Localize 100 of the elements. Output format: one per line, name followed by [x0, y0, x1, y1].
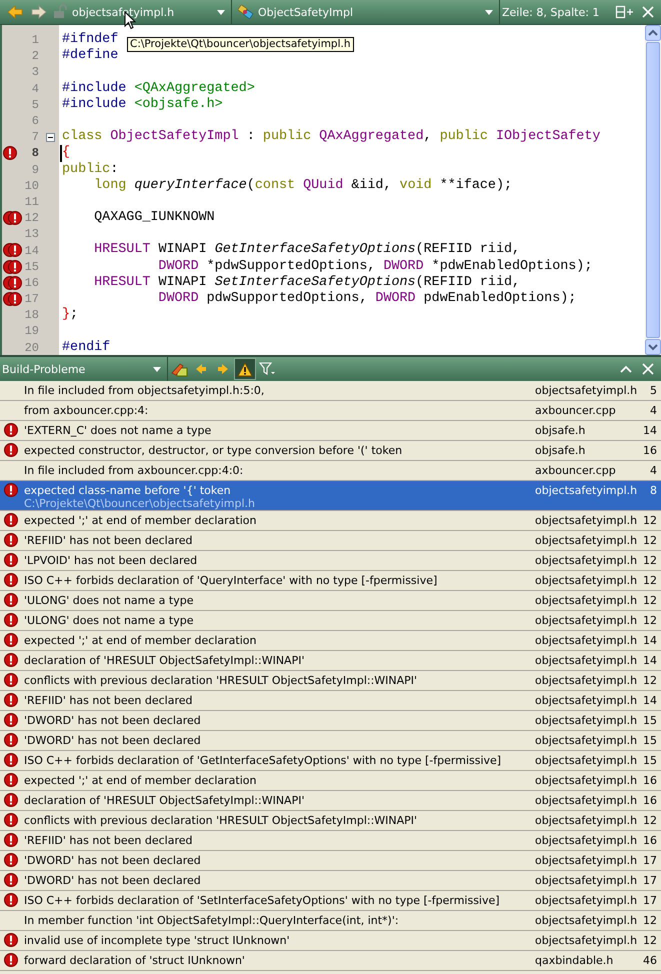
problem-row[interactable]: expected ';' at end of member declaration objectsafetyimpl.h 12 — [0, 511, 661, 531]
problem-file: objectsafetyimpl.h — [535, 873, 635, 887]
collapse-icon[interactable] — [46, 132, 55, 142]
problem-message: from axbouncer.cpp:4: — [24, 404, 150, 417]
code-line: DWORD *pdwSupportedOptions, DWORD *pdwEnabledOptions); — [157, 258, 592, 275]
problem-file: axbouncer.cpp — [535, 463, 617, 477]
warning-icon[interactable] — [237, 362, 253, 376]
error-icon — [4, 483, 18, 497]
problem-row[interactable]: In member function 'int ObjectSafetyImpl::QueryInterface(int, int*)': objectsafetyimpl.h 12 — [0, 911, 661, 931]
problem-file: objsafe.h — [535, 443, 586, 457]
problem-message: declaration of 'HRESULT ObjectSafetyImpl::WINAPI' — [24, 654, 306, 667]
error-icon — [4, 813, 18, 827]
problem-line: 12 — [642, 573, 658, 587]
problem-row[interactable]: from axbouncer.cpp:4: axbouncer.cpp 4 — [0, 401, 661, 421]
close-icon[interactable] — [641, 5, 655, 19]
code-line: #endif — [62, 340, 110, 355]
problem-file: objectsafetyimpl.h — [535, 533, 635, 547]
problem-row[interactable]: 'DWORD' has not been declared objectsafetyimpl.h 15 — [0, 711, 661, 731]
error-icon — [4, 753, 18, 767]
scroll-up-icon[interactable] — [645, 25, 661, 41]
problem-row[interactable]: 'REFIID' has not been declared objectsafetyimpl.h 12 — [0, 531, 661, 551]
line-number: 10 — [24, 178, 39, 193]
problem-file: objectsafetyimpl.h — [535, 633, 635, 647]
problem-file: objectsafetyimpl.h — [535, 913, 635, 927]
filter-icon[interactable] — [259, 362, 275, 376]
code-line: public: — [62, 162, 118, 178]
previous-arrow-icon[interactable] — [195, 363, 207, 375]
problem-row[interactable]: 'LPVOID' has not been declared objectsafetyimpl.h 12 — [0, 551, 661, 571]
code-line: #define — [62, 48, 118, 64]
problem-row[interactable]: declaration of 'HRESULT ObjectSafetyImpl::WINAPI' objectsafetyimpl.h 16 — [0, 791, 661, 811]
problem-row[interactable]: 'REFIID' has not been declared objectsafetyimpl.h 16 — [0, 831, 661, 851]
error-icon — [4, 853, 18, 867]
line-number: 14 — [24, 244, 39, 258]
problem-row[interactable]: ISO C++ forbids declaration of 'GetInterfaceSafetyOptions' with no type [-fpermissive] objectsafetyimpl.h 15 — [0, 751, 661, 771]
line-number: 8 — [32, 146, 39, 160]
next-arrow-icon[interactable] — [217, 363, 229, 375]
problem-row[interactable]: ISO C++ forbids declaration of 'SetInterfaceSafetyOptions' with no type [-fpermissive] objectsafetyimpl.h 17 — [0, 891, 661, 911]
problem-row[interactable]: 'DWORD' has not been declared objectsafetyimpl.h 17 — [0, 851, 661, 871]
line-number: 20 — [24, 340, 39, 355]
problem-row[interactable]: conflicts with previous declaration 'HRESULT ObjectSafetyImpl::WINAPI' objectsafetyimpl.h 12 — [0, 671, 661, 691]
scroll-down-icon[interactable] — [645, 339, 661, 355]
problem-message: 'DWORD' has not been declared — [24, 854, 202, 867]
problem-file: objectsafetyimpl.h — [535, 733, 635, 747]
problem-message: expected ';' at end of member declaration — [24, 634, 258, 647]
problem-row[interactable]: invalid use of incomplete type 'struct IUnknown' objectsafetyimpl.h 12 — [0, 931, 661, 951]
problem-row[interactable]: 'REFIID' has not been declared objectsafetyimpl.h 14 — [0, 691, 661, 711]
problem-row[interactable]: In file included from objectsafetyimpl.h:5:0, objectsafetyimpl.h 5 — [0, 381, 661, 401]
problem-row[interactable]: 'DWORD' has not been declared objectsafetyimpl.h 15 — [0, 731, 661, 751]
error-icon — [4, 833, 18, 847]
scrollbar[interactable] — [645, 25, 661, 355]
code-line: HRESULT WINAPI GetInterfaceSafetyOptions(REFIID riid, — [93, 242, 520, 259]
problem-row[interactable]: forward declaration of 'struct IUnknown' qaxbindable.h 46 — [0, 951, 661, 971]
error-icon — [4, 733, 18, 747]
problem-line: 14 — [642, 693, 658, 707]
error-icon — [4, 653, 18, 667]
error-icon — [4, 573, 18, 587]
problem-file: objectsafetyimpl.h — [535, 553, 635, 567]
problem-file: axbouncer.cpp — [535, 403, 617, 417]
class-icon — [238, 5, 254, 19]
line-number: 4 — [32, 82, 39, 96]
problem-row[interactable]: ISO C++ forbids declaration of 'QueryInterface' with no type [-fpermissive] objectsafetyimpl.h 12 — [0, 571, 661, 591]
problem-file: objectsafetyimpl.h — [535, 893, 635, 907]
problem-row[interactable]: expected constructor, destructor, or type conversion before '(' token objsafe.h 16 — [0, 441, 661, 461]
line-number: 11 — [24, 194, 39, 209]
problem-message: 'REFIID' has not been declared — [24, 834, 194, 847]
collapse-panel-icon[interactable] — [619, 364, 633, 374]
problem-message: ISO C++ forbids declaration of 'SetInterfaceSafetyOptions' with no type [-fpermissive] — [24, 894, 501, 907]
split-icon[interactable] — [615, 5, 635, 19]
problem-row[interactable]: expected ';' at end of member declaration objectsafetyimpl.h 14 — [0, 631, 661, 651]
error-icon — [4, 773, 18, 787]
problem-row[interactable]: expected class-name before '{' token C:\Projekte\Qt\bouncer\objectsafetyimpl.h objectsafetyimpl.h 8 — [0, 481, 661, 511]
error-icon — [4, 533, 18, 547]
symbol-dropdown[interactable]: ObjectSafetyImpl — [232, 0, 500, 24]
close-icon[interactable] — [641, 362, 655, 376]
problem-row[interactable]: 'EXTERN_C' does not name a type objsafe.h 14 — [0, 421, 661, 441]
code-line: long queryInterface(const QUuid &iid, void **iface); — [93, 178, 512, 194]
problem-line: 14 — [642, 423, 658, 437]
problem-line: 8 — [649, 483, 658, 497]
problem-row[interactable]: 'ULONG' does not name a type objectsafetyimpl.h 12 — [0, 611, 661, 631]
problem-line: 16 — [642, 793, 658, 807]
problem-line: 14 — [642, 633, 658, 647]
problem-line: 17 — [642, 893, 658, 907]
code-line: { — [60, 145, 70, 162]
problem-message: In member function 'int ObjectSafetyImpl::QueryInterface(int, int*)': — [24, 914, 400, 927]
problem-row[interactable]: 'DWORD' has not been declared objectsafetyimpl.h 17 — [0, 871, 661, 891]
problem-row[interactable]: declaration of 'HRESULT ObjectSafetyImpl::WINAPI' objectsafetyimpl.h 14 — [0, 651, 661, 671]
problem-message: conflicts with previous declaration 'HRESULT ObjectSafetyImpl::WINAPI' — [24, 674, 418, 687]
problem-message: In file included from axbouncer.cpp:4:0: — [24, 464, 244, 477]
problem-file: objectsafetyimpl.h — [535, 673, 635, 687]
problem-row[interactable]: conflicts with previous declaration 'HRESULT ObjectSafetyImpl::WINAPI' objectsafetyimpl.h 12 — [0, 811, 661, 831]
clean-icon[interactable] — [170, 361, 188, 377]
problem-file: objectsafetyimpl.h — [535, 773, 635, 787]
problem-file: objectsafetyimpl.h — [535, 573, 635, 587]
line-number: 5 — [32, 98, 39, 112]
code-line: HRESULT WINAPI SetInterfaceSafetyOptions(REFIID riid, — [93, 274, 520, 291]
problem-message: 'EXTERN_C' does not name a type — [24, 424, 212, 437]
error-icon — [4, 593, 18, 607]
problem-row[interactable]: 'ULONG' does not name a type objectsafetyimpl.h 12 — [0, 591, 661, 611]
problem-row[interactable]: expected ';' at end of member declaration objectsafetyimpl.h 16 — [0, 771, 661, 791]
problem-line: 17 — [642, 873, 658, 887]
